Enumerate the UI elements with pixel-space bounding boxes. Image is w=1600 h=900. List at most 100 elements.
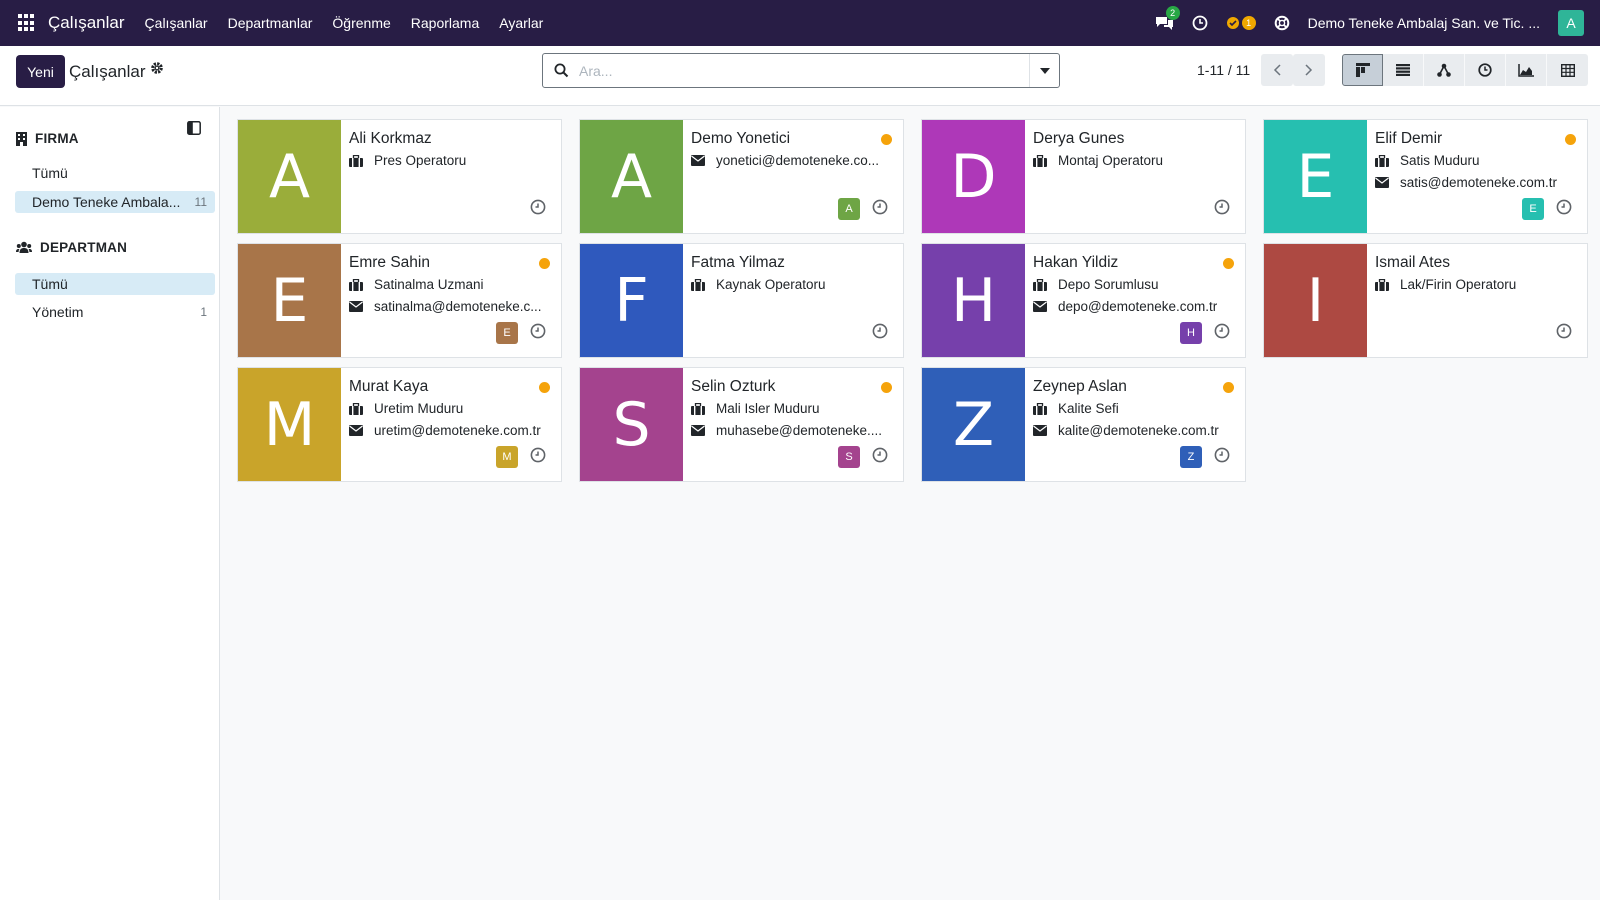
avatar-initial: H xyxy=(950,265,997,336)
employee-job-title-row: Satis Muduru xyxy=(1375,153,1580,168)
employee-name: Demo Yonetici xyxy=(691,130,791,147)
employee-card[interactable]: M Murat Kaya Uretim Muduru uretim@demotenek… xyxy=(237,367,562,482)
employee-avatar[interactable]: M xyxy=(238,368,341,481)
sidebar-item-departman-all[interactable]: Tümü xyxy=(15,273,215,295)
employee-card[interactable]: D Derya Gunes Montaj Operatoru xyxy=(921,119,1246,234)
building-icon xyxy=(16,131,27,146)
user-mini-avatar[interactable]: E xyxy=(1522,198,1544,220)
employee-email-row: yonetici@demoteneke.co... xyxy=(691,153,896,168)
pivot-view-button[interactable] xyxy=(1547,54,1588,86)
menu-item-raporlama[interactable]: Raporlama xyxy=(401,15,489,31)
graph-view-button[interactable] xyxy=(1506,54,1547,86)
new-button[interactable]: Yeni xyxy=(16,55,65,88)
mini-avatar-initial: A xyxy=(845,203,853,215)
activity-clock-button[interactable] xyxy=(872,447,888,466)
employee-card[interactable]: Z Zeynep Aslan Kalite Sefi kalite@demotenek… xyxy=(921,367,1246,482)
employee-avatar[interactable]: I xyxy=(1264,244,1367,357)
activity-clock-button[interactable] xyxy=(1556,199,1572,218)
employee-card[interactable]: H Hakan Yildiz Depo Sorumlusu depo@demotene… xyxy=(921,243,1246,358)
briefcase-icon xyxy=(691,278,705,291)
list-view-button[interactable] xyxy=(1383,54,1424,86)
employee-job-title-row: Satinalma Uzmani xyxy=(349,277,554,292)
menu-item-calisanlar[interactable]: Çalışanlar xyxy=(135,15,218,31)
sidebar-item-departman-yonetim[interactable]: Yönetim 1 xyxy=(15,301,215,323)
search-options-toggle[interactable] xyxy=(1029,54,1059,87)
activities-button[interactable]: 1 xyxy=(1226,16,1256,30)
avatar-initial: D xyxy=(950,141,997,212)
pager-previous-button[interactable] xyxy=(1261,54,1293,86)
sidebar-item-label: Tümü xyxy=(32,165,68,181)
pager-next-button[interactable] xyxy=(1293,54,1325,86)
employee-card[interactable]: I Ismail Ates Lak/Firin Operatoru xyxy=(1263,243,1588,358)
activity-view-button[interactable] xyxy=(1465,54,1506,86)
employee-avatar[interactable]: A xyxy=(580,120,683,233)
menu-item-departmanlar[interactable]: Departmanlar xyxy=(218,15,323,31)
activity-clock-button[interactable] xyxy=(1214,447,1230,466)
user-mini-avatar[interactable]: A xyxy=(838,198,860,220)
activity-clock-button[interactable] xyxy=(1556,323,1572,342)
clock-icon xyxy=(1214,323,1230,339)
employee-name: Zeynep Aslan xyxy=(1033,378,1127,395)
employee-avatar[interactable]: Z xyxy=(922,368,1025,481)
activity-clock-button[interactable] xyxy=(1214,199,1230,218)
employee-avatar[interactable]: F xyxy=(580,244,683,357)
employee-avatar[interactable]: E xyxy=(238,244,341,357)
user-mini-avatar[interactable]: M xyxy=(496,446,518,468)
sidebar-toggle-icon[interactable] xyxy=(187,121,201,138)
sidebar-item-label: Tümü xyxy=(32,276,68,292)
app-grid-icon[interactable] xyxy=(18,14,36,32)
employee-avatar[interactable]: S xyxy=(580,368,683,481)
company-switcher[interactable]: Demo Teneke Ambalaj San. ve Tic. ... xyxy=(1308,15,1540,31)
avatar-initial: M xyxy=(263,389,316,460)
app-name[interactable]: Çalışanlar xyxy=(48,13,125,33)
user-avatar[interactable]: A xyxy=(1558,10,1584,36)
briefcase-icon xyxy=(1375,154,1389,167)
user-mini-avatar[interactable]: H xyxy=(1180,322,1202,344)
activity-clock-button[interactable] xyxy=(872,199,888,218)
envelope-icon xyxy=(349,425,363,436)
employee-card[interactable]: E Emre Sahin Satinalma Uzmani satinalma@dem… xyxy=(237,243,562,358)
support-button[interactable] xyxy=(1274,15,1290,31)
messages-button[interactable]: 2 xyxy=(1155,6,1180,31)
clock-icon xyxy=(1214,199,1230,215)
kanban-icon xyxy=(1355,63,1370,77)
pager-value[interactable]: 1-11 / 11 xyxy=(1197,62,1250,78)
employee-job-title-row: Uretim Muduru xyxy=(349,401,554,416)
activity-clock-button[interactable] xyxy=(530,199,546,218)
search-bar xyxy=(542,53,1060,88)
mini-avatar-initial: E xyxy=(503,327,511,339)
employee-avatar[interactable]: D xyxy=(922,120,1025,233)
user-mini-avatar[interactable]: Z xyxy=(1180,446,1202,468)
user-mini-avatar[interactable]: S xyxy=(838,446,860,468)
user-mini-avatar[interactable]: E xyxy=(496,322,518,344)
sidebar-item-firma-all[interactable]: Tümü xyxy=(15,162,215,184)
avatar-initial: F xyxy=(614,265,649,336)
employee-card[interactable]: E Elif Demir Satis Muduru satis@demoteneke.… xyxy=(1263,119,1588,234)
users-icon xyxy=(16,241,32,253)
hierarchy-icon xyxy=(1437,63,1451,77)
chevron-right-icon xyxy=(1305,64,1313,76)
activity-clock-button[interactable] xyxy=(1192,15,1208,31)
activity-clock-button[interactable] xyxy=(530,447,546,466)
activity-clock-button[interactable] xyxy=(530,323,546,342)
employee-job-title: Satis Muduru xyxy=(1400,153,1480,168)
lifebuoy-icon xyxy=(1274,15,1289,31)
hierarchy-view-button[interactable] xyxy=(1424,54,1465,86)
employee-card[interactable]: A Ali Korkmaz Pres Operatoru xyxy=(237,119,562,234)
employee-card[interactable]: F Fatma Yilmaz Kaynak Operatoru xyxy=(579,243,904,358)
employee-avatar[interactable]: A xyxy=(238,120,341,233)
search-input[interactable] xyxy=(579,61,1019,81)
menu-item-ayarlar[interactable]: Ayarlar xyxy=(489,15,553,31)
avatar-initial: Z xyxy=(952,389,995,460)
employee-avatar[interactable]: E xyxy=(1264,120,1367,233)
gear-icon[interactable] xyxy=(150,61,164,80)
kanban-view-button[interactable] xyxy=(1342,54,1383,86)
activity-clock-button[interactable] xyxy=(1214,323,1230,342)
employee-card[interactable]: A Demo Yonetici yonetici@demoteneke.co... A xyxy=(579,119,904,234)
sidebar-item-firma-demo-teneke[interactable]: Demo Teneke Ambala... 11 xyxy=(15,191,215,213)
menu-item-ogrenme[interactable]: Öğrenme xyxy=(322,15,400,31)
employee-avatar[interactable]: H xyxy=(922,244,1025,357)
briefcase-icon xyxy=(1033,402,1047,415)
activity-clock-button[interactable] xyxy=(872,323,888,342)
employee-card[interactable]: S Selin Ozturk Mali Isler Muduru muhasebe@d… xyxy=(579,367,904,482)
